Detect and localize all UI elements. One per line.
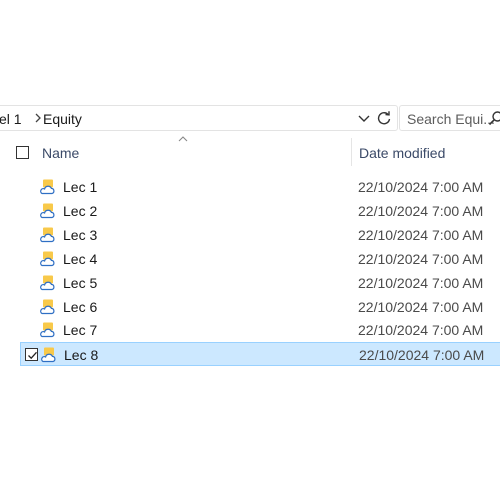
column-header-name[interactable]: Name: [42, 145, 79, 161]
checkmark-icon: [28, 352, 37, 360]
file-date-modified: 22/10/2024 7:00 AM: [358, 226, 484, 243]
file-date-modified: 22/10/2024 7:00 AM: [359, 347, 485, 364]
cloud-folder-icon: [40, 299, 55, 314]
select-all-checkbox[interactable]: [16, 146, 29, 159]
file-row[interactable]: Lec 8 22/10/2024 7:00 AM: [20, 342, 500, 367]
cloud-folder-icon: [40, 179, 55, 195]
file-name[interactable]: Lec 3: [63, 227, 97, 243]
file-name[interactable]: Lec 7: [63, 322, 97, 338]
file-date-modified: 22/10/2024 7:00 AM: [358, 202, 484, 219]
file-date-modified: 22/10/2024 7:00 AM: [358, 250, 484, 267]
file-row[interactable]: Lec 3 22/10/2024 7:00 AM: [20, 223, 500, 247]
file-row[interactable]: Lec 6 22/10/2024 7:00 AM: [20, 295, 500, 319]
file-name[interactable]: Lec 8: [64, 347, 98, 363]
row-checkbox[interactable]: [25, 348, 38, 362]
file-date-modified: 22/10/2024 7:00 AM: [358, 322, 484, 339]
file-name[interactable]: Lec 4: [63, 251, 97, 267]
address-bar[interactable]: el 1 Equity: [0, 105, 398, 131]
cloud-folder-icon: [40, 275, 55, 290]
cloud-folder-icon: [40, 227, 55, 242]
sort-ascending-icon: [178, 136, 188, 142]
file-date-modified: 22/10/2024 7:00 AM: [358, 179, 484, 195]
refresh-icon[interactable]: [375, 109, 393, 127]
search-icon[interactable]: [488, 110, 500, 126]
file-name[interactable]: Lec 2: [63, 203, 97, 219]
breadcrumb-equity[interactable]: Equity: [43, 111, 82, 127]
file-row[interactable]: Lec 1 22/10/2024 7:00 AM: [20, 175, 500, 199]
breadcrumb-level-1[interactable]: el 1: [0, 111, 22, 127]
column-divider[interactable]: [351, 138, 352, 166]
cloud-folder-icon: [41, 347, 56, 363]
file-date-modified: 22/10/2024 7:00 AM: [358, 274, 484, 291]
chevron-down-icon[interactable]: [356, 110, 372, 126]
file-row[interactable]: Lec 5 22/10/2024 7:00 AM: [20, 271, 500, 295]
file-row[interactable]: Lec 4 22/10/2024 7:00 AM: [20, 247, 500, 271]
file-name[interactable]: Lec 6: [63, 299, 97, 315]
cloud-folder-icon: [40, 251, 55, 266]
column-header-date-modified[interactable]: Date modified: [359, 145, 445, 161]
file-row[interactable]: Lec 2 22/10/2024 7:00 AM: [20, 199, 500, 223]
file-name[interactable]: Lec 5: [63, 275, 97, 291]
file-row[interactable]: Lec 7 22/10/2024 7:00 AM: [20, 318, 500, 342]
file-name[interactable]: Lec 1: [63, 179, 97, 195]
cloud-folder-icon: [40, 203, 55, 218]
cloud-folder-icon: [40, 322, 55, 338]
search-input[interactable]: Search Equi...: [407, 111, 495, 127]
file-date-modified: 22/10/2024 7:00 AM: [358, 298, 484, 315]
search-box[interactable]: Search Equi...: [399, 105, 500, 131]
